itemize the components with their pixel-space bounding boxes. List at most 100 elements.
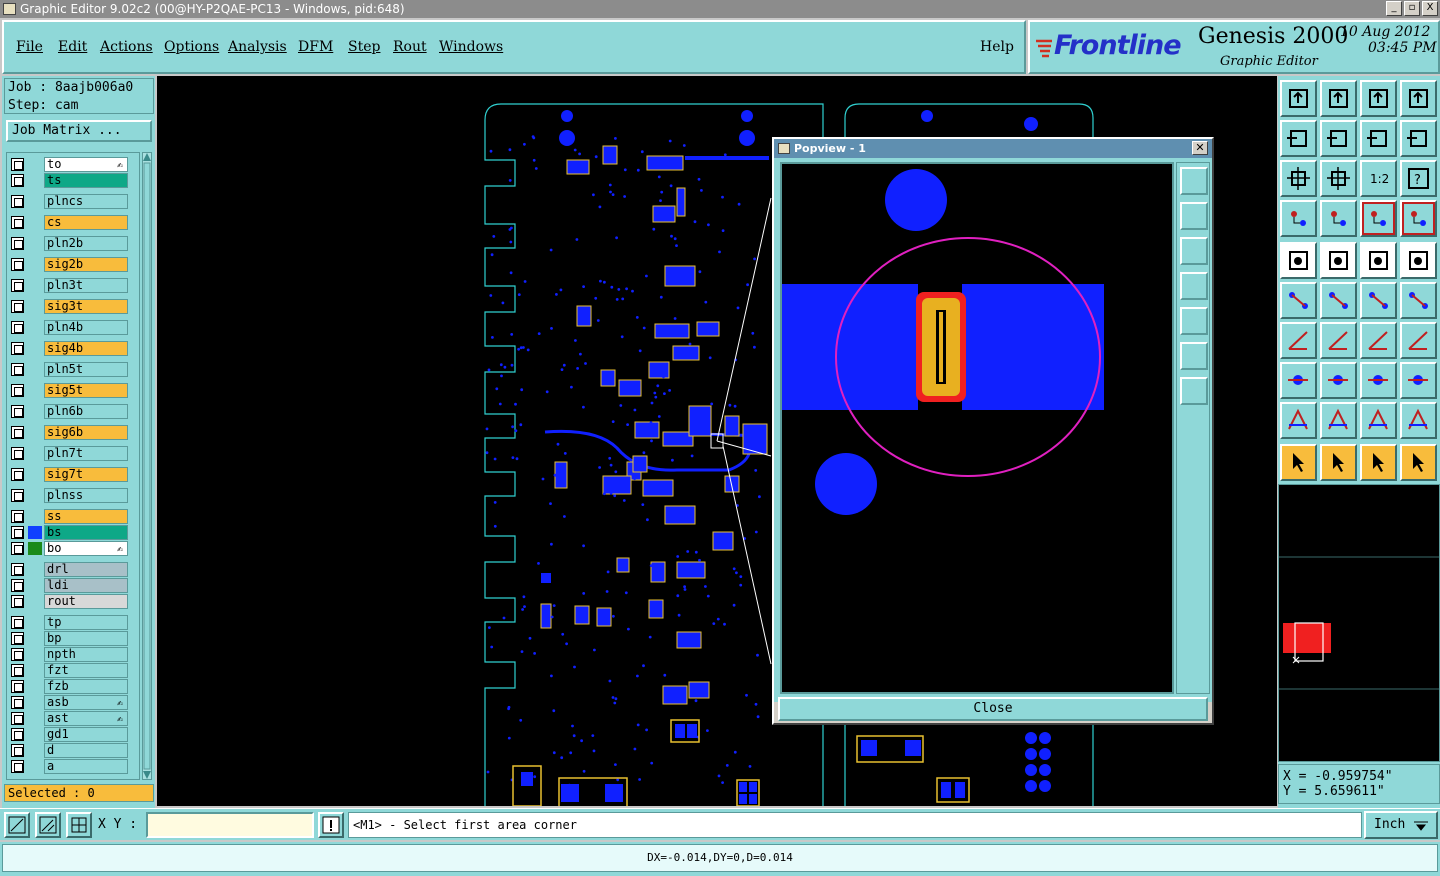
xy-input[interactable] (146, 812, 314, 838)
slope-icon[interactable] (1400, 402, 1437, 439)
layer-name[interactable]: sig6b (44, 425, 128, 440)
layer-row[interactable]: fzt (9, 663, 131, 678)
layer-name[interactable]: ss (44, 509, 128, 524)
overview-panel[interactable] (1278, 484, 1440, 762)
layer-checkbox[interactable] (11, 648, 24, 661)
select-vias-icon[interactable] (1400, 200, 1437, 237)
layer-checkbox[interactable] (11, 195, 24, 208)
pan-left-icon[interactable] (1280, 120, 1317, 157)
popview-close-button[interactable]: Close (778, 697, 1208, 721)
layer-name[interactable]: bs (44, 525, 128, 540)
gate-icon[interactable] (1360, 402, 1397, 439)
pointer-icon[interactable] (1280, 444, 1317, 481)
split-view-icon[interactable] (1400, 80, 1437, 117)
popview-pan-down-icon[interactable] (1180, 237, 1208, 265)
menu-windows[interactable]: Windows (439, 39, 503, 55)
layer-row[interactable]: tp (9, 615, 131, 630)
menu-file[interactable]: File (16, 39, 43, 55)
layer-name[interactable]: bp (44, 631, 128, 646)
close-window-button[interactable]: X (1422, 1, 1438, 16)
popview-zoom-in-icon[interactable] (1180, 342, 1208, 370)
layer-checkbox[interactable] (11, 632, 24, 645)
menu-help[interactable]: Help (980, 39, 1014, 55)
layer-row[interactable]: pln4b (9, 320, 131, 335)
layer-checkbox[interactable] (11, 300, 24, 313)
layer-name[interactable]: bo ✍ (44, 541, 128, 556)
layer-name[interactable]: pln4b (44, 320, 128, 335)
maximize-button[interactable]: ▫ (1404, 1, 1420, 16)
net-icon[interactable] (1280, 282, 1317, 319)
popview-dialog[interactable]: Popview - 1 ✕ Close (772, 137, 1214, 725)
layer-row[interactable]: bp (9, 631, 131, 646)
layer-name[interactable]: ldi (44, 578, 128, 593)
layer-row[interactable]: a (9, 759, 131, 774)
layer-checkbox[interactable] (11, 384, 24, 397)
popview-zoom-fit-icon[interactable] (1180, 167, 1208, 195)
draw-icon[interactable] (1320, 242, 1357, 279)
layer-checkbox[interactable] (11, 489, 24, 502)
layer-checkbox[interactable] (11, 680, 24, 693)
layer-checkbox[interactable] (11, 712, 24, 725)
layer-checkbox[interactable] (11, 174, 24, 187)
layer-checkbox[interactable] (11, 664, 24, 677)
triangle-icon[interactable] (1280, 402, 1317, 439)
select-pads-icon[interactable] (1360, 200, 1397, 237)
reverse-icon[interactable] (1360, 120, 1397, 157)
layer-row[interactable]: ss (9, 509, 131, 524)
pan-right-icon[interactable] (1320, 120, 1357, 157)
zoom-home-icon[interactable] (1280, 80, 1317, 117)
layer-checkbox[interactable] (11, 363, 24, 376)
popview-pan-right-icon[interactable] (1180, 307, 1208, 335)
popview-pan-left-icon[interactable] (1180, 272, 1208, 300)
layer-row[interactable]: bs (9, 525, 131, 540)
grid-icon[interactable] (66, 812, 92, 838)
layer-checkbox[interactable] (11, 744, 24, 757)
layer-row[interactable]: rout (9, 594, 131, 609)
help-icon[interactable]: ? (1400, 160, 1437, 197)
layer-checkbox[interactable] (11, 237, 24, 250)
layer-row[interactable]: ldi (9, 578, 131, 593)
layer-name[interactable]: tp (44, 615, 128, 630)
layer-name[interactable]: d (44, 743, 128, 758)
layer-row[interactable]: sig6b (9, 425, 131, 440)
layer-color-swatch[interactable] (28, 542, 42, 555)
layer-checkbox[interactable] (11, 216, 24, 229)
layer-row[interactable]: sig3t (9, 299, 131, 314)
popview-pan-up-icon[interactable] (1180, 202, 1208, 230)
layer-checkbox[interactable] (11, 728, 24, 741)
snake-icon[interactable] (1400, 120, 1437, 157)
layer-row[interactable]: pln7t (9, 446, 131, 461)
layer-checkbox[interactable] (11, 405, 24, 418)
layer-list-scrollbar[interactable] (142, 152, 152, 780)
popview-titlebar[interactable]: Popview - 1 ✕ (774, 139, 1212, 158)
minimize-button[interactable]: _ (1386, 1, 1402, 16)
job-matrix-button[interactable]: Job Matrix ... (6, 120, 152, 142)
popview-canvas[interactable] (780, 162, 1174, 694)
layer-row[interactable]: sig7t (9, 467, 131, 482)
layer-name[interactable]: gd1 (44, 727, 128, 742)
layer-color-swatch[interactable] (28, 526, 42, 539)
snap-icon[interactable] (1320, 444, 1357, 481)
layer-checkbox[interactable] (11, 258, 24, 271)
layer-row[interactable]: pln3t (9, 278, 131, 293)
layer-name[interactable]: sig2b (44, 257, 128, 272)
layer-checkbox[interactable] (11, 579, 24, 592)
layer-checkbox[interactable] (11, 616, 24, 629)
connect-icon[interactable] (1360, 282, 1397, 319)
layer-row[interactable]: pln2b (9, 236, 131, 251)
layer-row[interactable]: plncs (9, 194, 131, 209)
layer-row[interactable]: sig2b (9, 257, 131, 272)
layer-name[interactable]: rout (44, 594, 128, 609)
circle-select-icon[interactable] (1400, 242, 1437, 279)
menu-edit[interactable]: Edit (58, 39, 87, 55)
layer-row[interactable]: pln6b (9, 404, 131, 419)
layer-name[interactable]: pln6b (44, 404, 128, 419)
arch-icon[interactable] (1320, 402, 1357, 439)
home-icon[interactable] (1360, 80, 1397, 117)
layer-name[interactable]: a (44, 759, 128, 774)
layer-name[interactable]: asb ✍ (44, 695, 128, 710)
layer-checkbox[interactable] (11, 426, 24, 439)
layer-row[interactable]: ast ✍ (9, 711, 131, 726)
zoom-area-icon[interactable] (4, 812, 30, 838)
layer-row[interactable]: bo ✍ (9, 541, 131, 556)
